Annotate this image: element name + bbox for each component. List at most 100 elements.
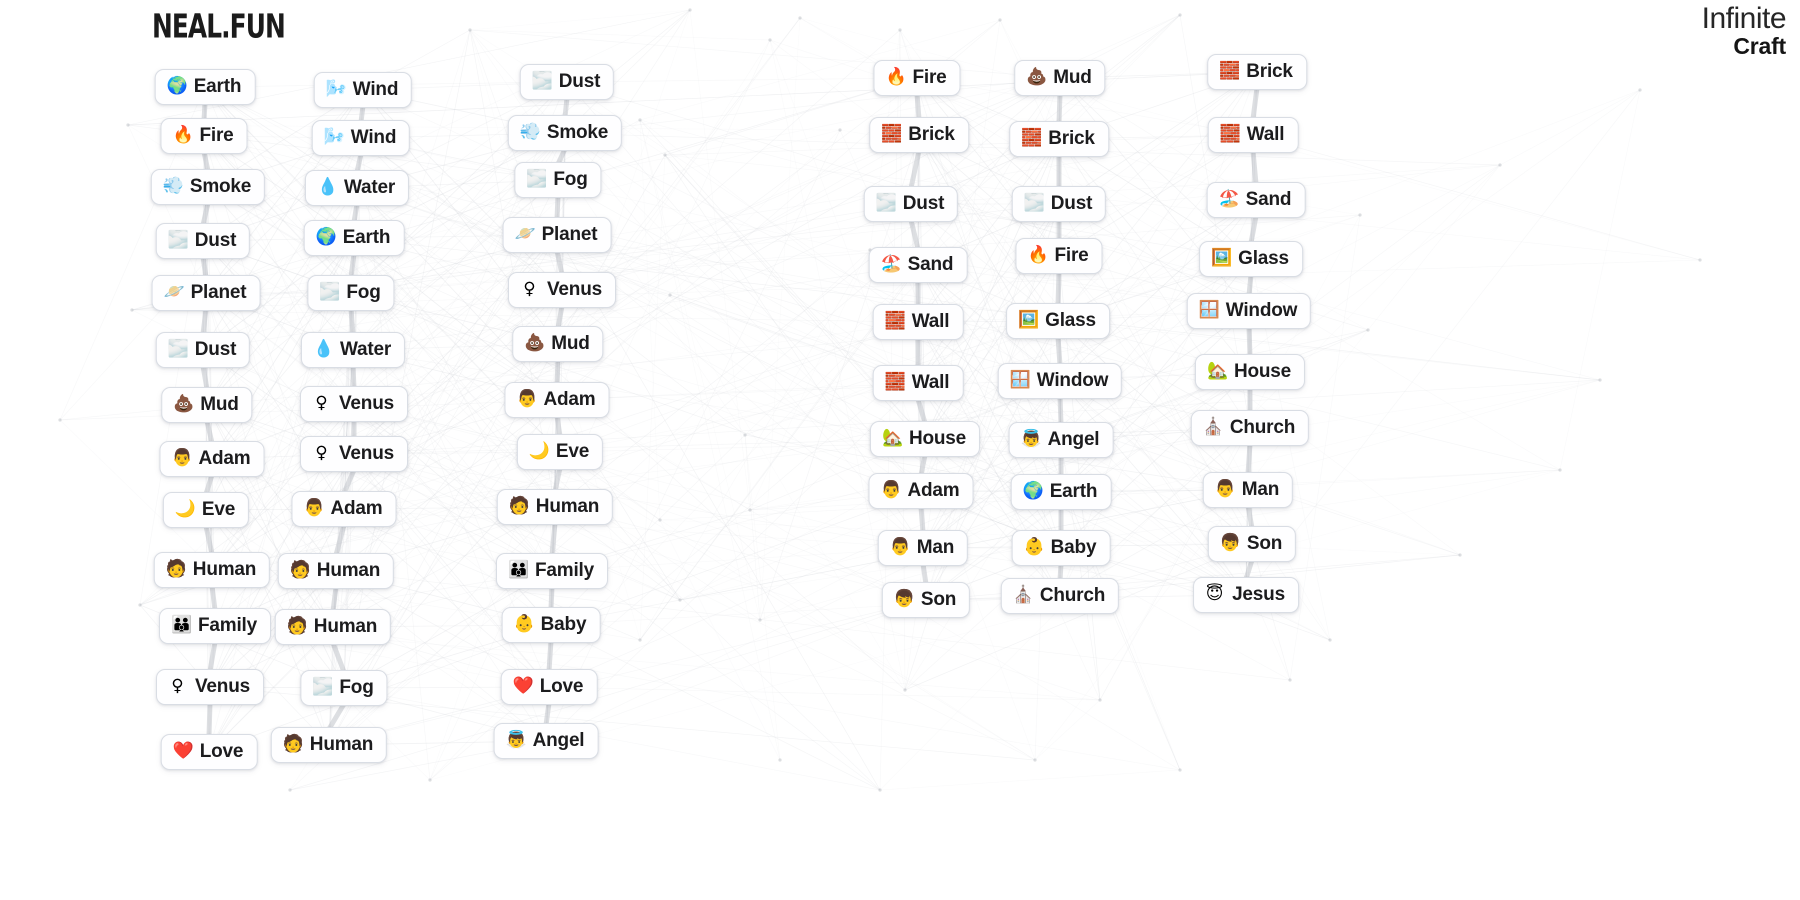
dust-icon: 🌫️ [167,339,189,359]
smoke-icon: 💨 [519,122,542,142]
element-node-fog[interactable]: 🌫️ Fog [514,162,602,198]
element-node-dust[interactable]: 🌫️ Dust [863,186,959,222]
element-node-label: Dust [902,193,945,214]
element-node-human[interactable]: 🧑 Human [496,489,614,525]
element-node-label: Human [313,616,378,637]
element-node-jesus[interactable]: 😇 Jesus [1193,577,1299,613]
mud-icon: 💩 [173,394,195,414]
element-node-fire[interactable]: 🔥 Fire [873,60,961,96]
element-node-wind[interactable]: 🌬️ Wind [313,72,413,108]
element-node-fire[interactable]: 🔥 Fire [160,118,248,154]
glass-icon: 🖼️ [1211,248,1233,268]
element-node-fog[interactable]: 🌫️ Fog [307,275,395,311]
mud-icon: 💩 [1026,67,1048,87]
element-node-house[interactable]: 🏡 House [869,421,981,457]
element-node-smoke[interactable]: 💨 Smoke [507,115,623,151]
element-node-venus[interactable]: ♀ Venus [300,436,408,472]
element-node-water[interactable]: 💧 Water [300,332,406,368]
element-node-venus[interactable]: ♀ Venus [156,669,264,705]
element-node-church[interactable]: ⛪ Church [1190,410,1310,446]
element-node-label: Glass [1238,248,1289,269]
element-node-water[interactable]: 💧 Water [304,170,410,206]
element-node-fire[interactable]: 🔥 Fire [1015,238,1103,274]
element-node-eve[interactable]: 🌙 Eve [162,492,250,528]
element-node-window[interactable]: 🪟 Window [1186,293,1312,329]
element-node-mud[interactable]: 💩 Mud [1014,60,1106,96]
element-node-family[interactable]: 👪 Family [159,608,271,644]
element-node-brick[interactable]: 🧱 Brick [1009,121,1109,157]
element-node-earth[interactable]: 🌍 Earth [154,69,256,105]
element-node-planet[interactable]: 🪐 Planet [151,275,261,311]
element-node-mud[interactable]: 💩 Mud [512,326,604,362]
element-node-brick[interactable]: 🧱 Brick [1207,54,1307,90]
element-node-label: Love [199,741,244,762]
element-node-label: Dust [194,230,237,251]
element-node-man[interactable]: 👨 Man [1202,472,1294,508]
element-node-dust[interactable]: 🌫️ Dust [519,64,615,100]
element-node-eve[interactable]: 🌙 Eve [516,434,604,470]
venus-symbol-icon: ♀ [315,393,328,413]
element-node-window[interactable]: 🪟 Window [997,363,1123,399]
element-node-wall[interactable]: 🧱 Wall [872,304,964,340]
element-node-human[interactable]: 🧑 Human [270,727,388,763]
element-node-label: Window [1225,300,1298,321]
element-node-adam[interactable]: 👨 Adam [868,473,974,509]
element-node-adam[interactable]: 👨 Adam [504,382,610,418]
son-boy-icon: 👦 [1219,533,1242,553]
element-node-label: Church [1229,417,1296,438]
element-node-label: Earth [342,227,391,248]
element-node-smoke[interactable]: 💨 Smoke [150,169,266,205]
element-node-angel[interactable]: 👼 Angel [493,723,599,759]
element-node-planet[interactable]: 🪐 Planet [502,217,612,253]
glass-icon: 🖼️ [1018,310,1040,330]
element-node-dust[interactable]: 🌫️ Dust [155,332,251,368]
element-node-dust[interactable]: 🌫️ Dust [155,223,251,259]
earth-globe-icon: 🌍 [315,227,337,247]
element-node-man[interactable]: 👨 Man [877,530,969,566]
infinite-craft-canvas[interactable]: NEAL.FUN Infinite Craft 🌍 Earth 🔥 Fire 💨 Smok… [0,0,1800,900]
element-node-fog[interactable]: 🌫️ Fog [300,670,388,706]
element-node-glass[interactable]: 🖼️ Glass [1006,303,1110,339]
element-node-wall[interactable]: 🧱 Wall [872,365,964,401]
element-node-family[interactable]: 👪 Family [496,553,608,589]
element-node-glass[interactable]: 🖼️ Glass [1199,241,1303,277]
element-node-son[interactable]: 👦 Son [881,582,971,618]
angel-icon: 👼 [505,730,527,750]
love-heart-icon: ❤️ [512,676,534,696]
element-node-venus[interactable]: ♀ Venus [508,272,616,308]
water-droplet-icon: 💧 [316,177,339,197]
fire-icon: 🔥 [885,67,907,87]
element-node-human[interactable]: 🧑 Human [153,552,271,588]
water-droplet-icon: 💧 [312,339,335,359]
element-node-church[interactable]: ⛪ Church [1000,578,1120,614]
element-node-baby[interactable]: 👶 Baby [501,607,601,643]
neal-fun-logo[interactable]: NEAL.FUN [152,8,286,46]
element-node-label: Fire [1054,245,1089,266]
element-node-human[interactable]: 🧑 Human [277,553,395,589]
element-node-mud[interactable]: 💩 Mud [161,387,253,423]
element-node-angel[interactable]: 👼 Angel [1008,422,1114,458]
element-node-label: Venus [339,393,394,414]
element-node-love[interactable]: ❤️ Love [500,669,598,705]
element-node-wind[interactable]: 🌬️ Wind [311,120,411,156]
element-node-earth[interactable]: 🌍 Earth [1010,474,1112,510]
fog-icon: 🌫️ [526,169,548,189]
element-node-sand[interactable]: 🏖️ Sand [1206,182,1306,218]
element-node-house[interactable]: 🏡 House [1194,354,1306,390]
element-node-adam[interactable]: 👨 Adam [159,441,265,477]
baby-icon: 👶 [513,614,535,634]
element-node-son[interactable]: 👦 Son [1207,526,1297,562]
element-node-venus[interactable]: ♀ Venus [300,386,408,422]
element-node-wall[interactable]: 🧱 Wall [1207,117,1299,153]
adam-person-icon: 👨 [303,498,325,518]
element-node-label: Human [309,734,374,755]
element-node-sand[interactable]: 🏖️ Sand [868,247,968,283]
element-node-love[interactable]: ❤️ Love [160,734,258,770]
human-person-icon: 🧑 [282,734,304,754]
element-node-earth[interactable]: 🌍 Earth [303,220,405,256]
element-node-baby[interactable]: 👶 Baby [1011,530,1111,566]
element-node-dust[interactable]: 🌫️ Dust [1011,186,1107,222]
element-node-human[interactable]: 🧑 Human [274,609,392,645]
element-node-adam[interactable]: 👨 Adam [291,491,397,527]
element-node-brick[interactable]: 🧱 Brick [869,117,969,153]
